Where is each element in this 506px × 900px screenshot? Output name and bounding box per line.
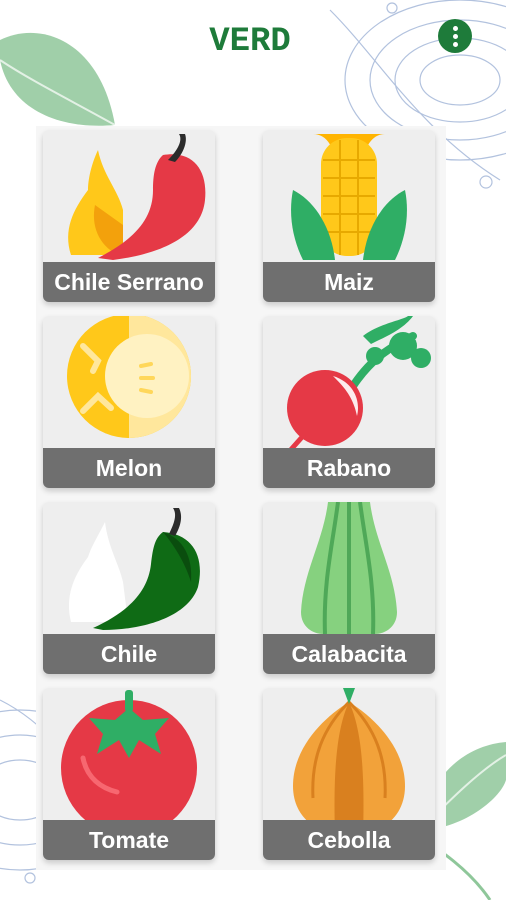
tile-label: Chile Serrano [43, 262, 215, 302]
tile-rabano[interactable]: Rabano [263, 316, 435, 488]
tile-cebolla[interactable]: Cebolla [263, 688, 435, 860]
tile-melon[interactable]: Melon [43, 316, 215, 488]
app-logo: VERD [209, 23, 291, 61]
tile-label: Calabacita [263, 634, 435, 674]
tile-calabacita[interactable]: Calabacita [263, 502, 435, 674]
tile-label: Cebolla [263, 820, 435, 860]
tile-label: Tomate [43, 820, 215, 860]
app-title: VERD [209, 23, 291, 61]
tile-chile[interactable]: Chile [43, 502, 215, 674]
tile-label: Maiz [263, 262, 435, 302]
tile-label: Melon [43, 448, 215, 488]
tile-tomate[interactable]: Tomate [43, 688, 215, 860]
tile-label: Chile [43, 634, 215, 674]
app-header: VERD [0, 0, 506, 110]
tile-maiz[interactable]: Maiz [263, 130, 435, 302]
vegetable-grid: Chile Serrano Maiz Melon Rabano Chile Ca… [36, 126, 446, 870]
more-vertical-icon[interactable] [438, 19, 472, 53]
tile-chile-serrano[interactable]: Chile Serrano [43, 130, 215, 302]
tile-label: Rabano [263, 448, 435, 488]
